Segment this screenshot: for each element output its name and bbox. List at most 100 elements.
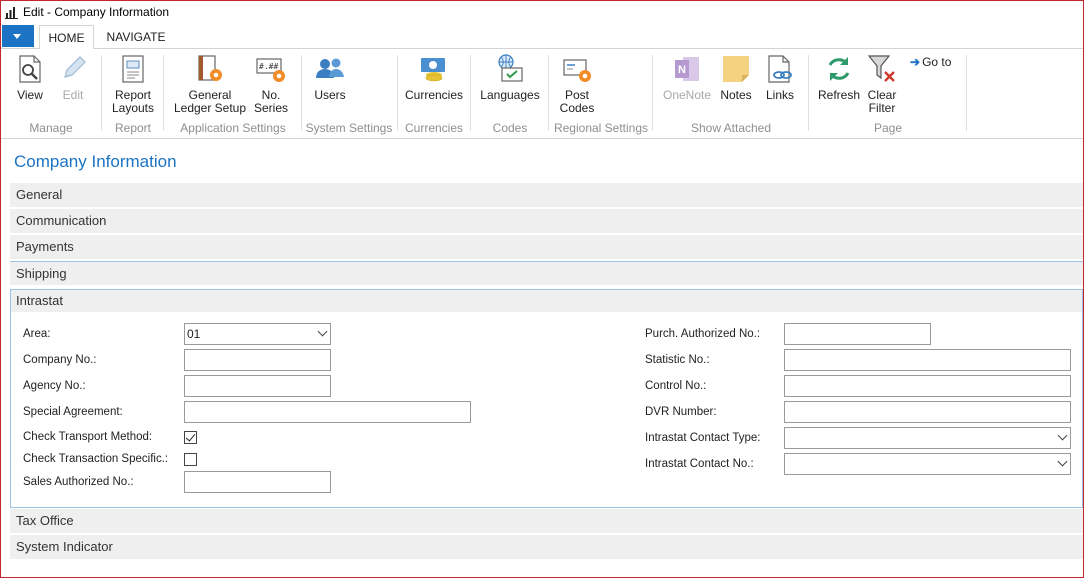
users-icon: [316, 58, 344, 78]
refresh-button[interactable]: Refresh: [816, 53, 862, 102]
users-label: Users: [314, 88, 346, 102]
links-button[interactable]: Links: [763, 53, 797, 102]
sales-authorized-no-field[interactable]: [184, 471, 331, 493]
tab-home[interactable]: HOME: [39, 25, 94, 50]
company-no-field[interactable]: [184, 349, 331, 371]
section-communication[interactable]: Communication: [10, 209, 1083, 233]
currencies-button[interactable]: Currencies: [403, 53, 465, 102]
dvr-number-label: DVR Number:: [645, 406, 717, 418]
clear-filter-icon: [867, 55, 895, 82]
ribbon-separator: [548, 55, 549, 131]
post-codes-icon: [563, 59, 591, 82]
no-series-label-1: No.: [261, 88, 281, 102]
area-value: 01: [187, 327, 201, 341]
view-icon: [19, 55, 41, 83]
section-system-indicator[interactable]: System Indicator: [10, 535, 1083, 559]
clear-filter-label-2: Filter: [868, 101, 896, 115]
links-label: Links: [765, 88, 794, 102]
group-currencies: Currencies: [404, 121, 464, 135]
group-report: Report: [114, 121, 152, 135]
area-select[interactable]: 01: [184, 323, 331, 345]
chevron-down-icon[interactable]: [1057, 430, 1068, 441]
gls-label-1: General: [188, 88, 232, 102]
post-codes-button[interactable]: Post Codes: [557, 53, 597, 115]
clear-filter-label-1: Clear: [867, 88, 897, 102]
section-intrastat[interactable]: Intrastat: [11, 290, 1082, 312]
chevron-down-icon[interactable]: [317, 326, 328, 337]
check-transport-method-label: Check Transport Method:: [23, 431, 153, 443]
general-ledger-setup-button[interactable]: General Ledger Setup: [172, 53, 248, 115]
currencies-icon: [421, 58, 445, 82]
statistic-no-field[interactable]: [784, 349, 1071, 371]
ribbon-separator: [652, 55, 653, 131]
control-no-field[interactable]: [784, 375, 1071, 397]
group-manage: Manage: [29, 121, 73, 135]
gls-label-2: Ledger Setup: [173, 101, 247, 115]
notes-button[interactable]: Notes: [717, 53, 755, 102]
post-codes-label-1: Post: [564, 88, 589, 102]
report-layouts-button[interactable]: Report Layouts: [109, 53, 157, 115]
intrastat-contact-no-select[interactable]: [784, 453, 1071, 475]
ribbon-separator: [101, 55, 102, 131]
dvr-number-field[interactable]: [784, 401, 1071, 423]
post-codes-label-2: Codes: [559, 101, 595, 115]
report-layouts-icon: [122, 55, 144, 83]
edit-company-information-window: Edit - Company Information HOME NAVIGATE…: [0, 0, 1084, 578]
pencil-icon: [64, 56, 86, 78]
agency-no-field[interactable]: [184, 375, 331, 397]
edit-button[interactable]: Edit: [57, 53, 89, 102]
ribbon-separator: [301, 55, 302, 131]
edit-label: Edit: [62, 88, 84, 102]
section-shipping[interactable]: Shipping: [10, 261, 1083, 285]
control-no-label: Control No.:: [645, 380, 707, 392]
intrastat-contact-type-select[interactable]: [784, 427, 1071, 449]
languages-button[interactable]: Languages: [479, 53, 541, 102]
group-page: Page: [873, 121, 903, 135]
group-codes: Codes: [492, 121, 528, 135]
no-series-label-2: Series: [253, 101, 288, 115]
application-menu-button[interactable]: [2, 25, 34, 47]
ribbon-tab-row: HOME NAVIGATE: [1, 25, 1083, 50]
languages-icon: [498, 54, 523, 82]
svg-text:#.##: #.##: [259, 62, 278, 71]
ribbon-separator: [808, 55, 809, 131]
special-agreement-field[interactable]: [184, 401, 471, 423]
go-to-button[interactable]: ➔ Go to: [910, 55, 951, 69]
clear-filter-button[interactable]: Clear Filter: [865, 53, 899, 115]
svg-text:N: N: [678, 64, 686, 76]
group-system-settings: System Settings: [305, 121, 393, 135]
title-bar: Edit - Company Information: [1, 1, 1083, 25]
purch-authorized-no-field[interactable]: [784, 323, 931, 345]
refresh-icon: [828, 57, 850, 81]
section-payments[interactable]: Payments: [10, 235, 1083, 259]
tab-navigate[interactable]: NAVIGATE: [101, 25, 171, 49]
check-transport-method-checkbox[interactable]: [184, 431, 197, 444]
arrow-right-icon: ➔: [910, 55, 921, 69]
chevron-down-icon[interactable]: [1057, 456, 1068, 467]
ribbon: View Edit Manage Report Layouts Report G…: [1, 49, 1083, 139]
view-label: View: [17, 88, 43, 102]
refresh-label: Refresh: [817, 88, 861, 102]
app-icon: [5, 7, 18, 19]
onenote-icon: N: [675, 57, 699, 81]
view-button[interactable]: View: [13, 53, 47, 102]
ribbon-separator: [966, 55, 967, 131]
report-layouts-label-2: Layouts: [111, 101, 155, 115]
agency-no-label: Agency No.:: [23, 380, 86, 392]
section-tax-office[interactable]: Tax Office: [10, 509, 1083, 533]
ribbon-separator: [470, 55, 471, 131]
window-title: Edit - Company Information: [23, 5, 170, 19]
no-series-button[interactable]: #.## No. Series: [252, 53, 290, 115]
special-agreement-label: Special Agreement:: [23, 406, 123, 418]
section-general[interactable]: General: [10, 183, 1083, 207]
number-series-icon: #.##: [256, 58, 285, 82]
section-intrastat-expanded: Intrastat Area: 01 Company No.: Agency N…: [10, 289, 1083, 508]
ribbon-separator: [163, 55, 164, 131]
group-show-attached: Show Attached: [690, 121, 772, 135]
check-transaction-specific-label: Check Transaction Specific.:: [23, 453, 169, 465]
onenote-button[interactable]: N OneNote: [660, 53, 714, 102]
check-transaction-specific-checkbox[interactable]: [184, 453, 197, 466]
users-button[interactable]: Users: [312, 53, 348, 102]
go-to-label: Go to: [922, 55, 952, 69]
ribbon-separator: [397, 55, 398, 131]
